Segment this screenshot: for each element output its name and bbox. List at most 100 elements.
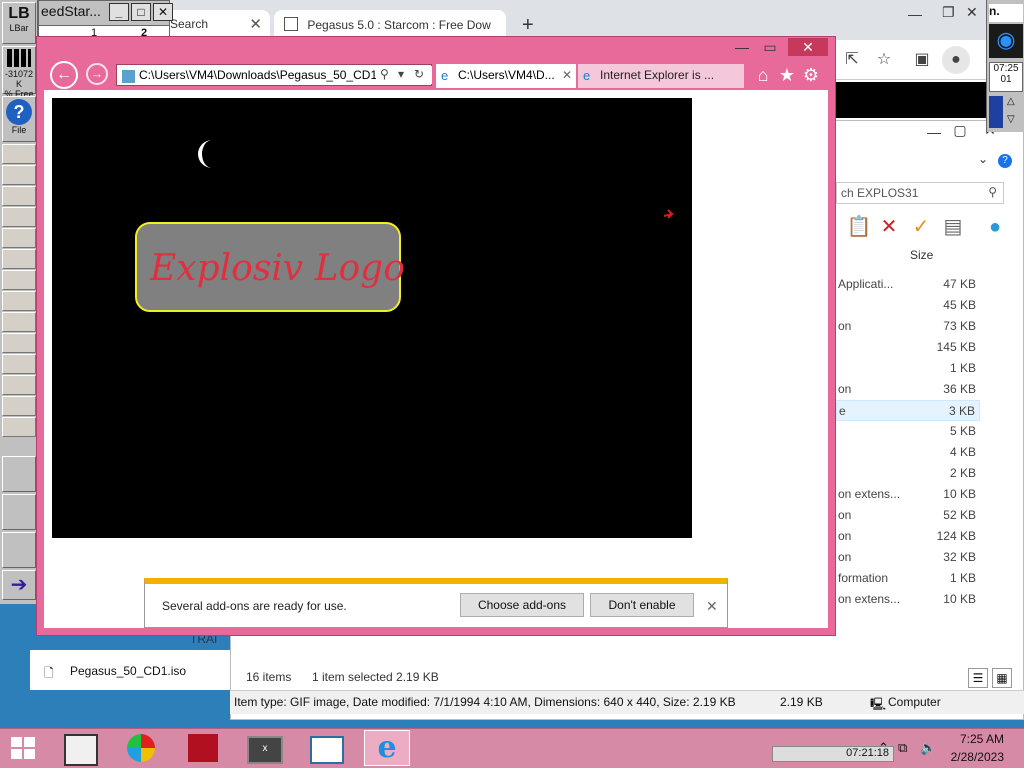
search-icon[interactable]: ⚲ <box>380 67 389 81</box>
favorites-star-icon[interactable]: ★ <box>776 64 798 86</box>
down-arrow-icon[interactable]: ▽ <box>1007 114 1015 125</box>
ie-tab-other[interactable]: e Internet Explorer is ... <box>578 64 716 88</box>
list-item[interactable]: on 73 KB <box>836 316 980 337</box>
chrome-close-button[interactable]: ✕ <box>966 4 978 21</box>
network-icon[interactable]: ⧉ <box>898 740 907 756</box>
choose-addons-button[interactable]: Choose add-ons <box>460 593 584 617</box>
back-button[interactable]: ← <box>50 61 78 89</box>
list-item[interactable]: 5 KB <box>836 421 980 442</box>
lbar-slot[interactable] <box>2 144 36 164</box>
help-icon[interactable]: ? <box>998 154 1012 168</box>
lbar-slot[interactable] <box>2 186 36 206</box>
share-icon[interactable]: ⇱ <box>838 46 866 74</box>
lbar-slot[interactable] <box>2 354 36 374</box>
volume-icon[interactable]: 🔈 <box>920 740 936 756</box>
lbar-file-cell[interactable]: ? File <box>2 96 36 142</box>
lbar-slot[interactable] <box>2 270 36 290</box>
refresh-icon[interactable]: ↻ <box>414 67 424 81</box>
file-size: 10 KB <box>943 592 976 606</box>
lbar-slot[interactable] <box>2 396 36 416</box>
speedstar-minimize-button[interactable]: _ <box>109 3 129 21</box>
lbar-large-slot[interactable] <box>2 532 36 568</box>
taskbar-app-ie[interactable]: e <box>364 730 410 766</box>
chrome-restore-button[interactable]: ❐ <box>942 4 955 21</box>
checkmark-icon[interactable]: ✓ <box>908 214 934 240</box>
globe-icon[interactable]: ● <box>982 214 1008 240</box>
arrow-right-icon[interactable]: ➔ <box>2 570 36 600</box>
ie-close-button[interactable]: ✕ <box>788 38 828 56</box>
new-tab-button[interactable]: + <box>522 14 534 37</box>
details-view-icon[interactable]: ☰ <box>968 668 988 688</box>
properties-icon[interactable]: ▤ <box>940 214 966 240</box>
list-item[interactable]: on 52 KB <box>836 505 980 526</box>
dropdown-icon[interactable]: ▾ <box>398 67 404 81</box>
list-item[interactable]: on 124 KB <box>836 526 980 547</box>
profile-avatar-icon[interactable]: ● <box>942 46 970 74</box>
taskbar-date[interactable]: 2/28/2023 <box>944 750 1004 764</box>
forward-button[interactable]: → <box>86 63 108 85</box>
lbar-slot[interactable] <box>2 228 36 248</box>
desktop-file-name[interactable]: Pegasus_50_CD1.iso <box>70 664 186 678</box>
explorer-minimize-button[interactable]: — <box>920 124 948 140</box>
ie-minimize-button[interactable]: — <box>728 38 756 56</box>
list-item[interactable]: Applicati... 47 KB <box>836 274 980 295</box>
lbar-slot[interactable] <box>2 207 36 227</box>
taskbar-app-explorer[interactable] <box>304 730 350 766</box>
clipboard-icon[interactable]: 📋 <box>846 214 872 240</box>
sidepanel-icon[interactable]: ▣ <box>908 46 936 74</box>
lbar-slot[interactable] <box>2 333 36 353</box>
list-item[interactable]: on 32 KB <box>836 547 980 568</box>
lbar-large-slot[interactable] <box>2 494 36 530</box>
start-button[interactable] <box>8 734 38 762</box>
up-arrow-icon[interactable]: △ <box>1007 96 1015 107</box>
close-icon[interactable]: ✕ <box>562 68 572 82</box>
delete-icon[interactable]: ✕ <box>876 214 902 240</box>
taskbar-time[interactable]: 7:25 AM <box>944 732 1004 746</box>
lbar-slot[interactable] <box>2 249 36 269</box>
close-icon[interactable]: ✕ <box>249 15 262 33</box>
speedstar-close-button[interactable]: ✕ <box>153 3 173 21</box>
lbar-slot[interactable] <box>2 165 36 185</box>
list-item[interactable]: e 3 KB <box>836 400 980 421</box>
ie-tab-current[interactable]: e C:\Users\VM4\D... ✕ <box>436 64 576 88</box>
lbar-slot[interactable] <box>2 375 36 395</box>
bookmark-star-icon[interactable]: ☆ <box>870 46 898 74</box>
new-tab-button[interactable] <box>716 64 744 88</box>
large-icons-view-icon[interactable]: ▦ <box>992 668 1012 688</box>
list-item[interactable]: 4 KB <box>836 442 980 463</box>
lbar-large-slot[interactable] <box>2 456 36 492</box>
taskbar-app-terminal[interactable]: x <box>242 730 288 766</box>
list-item[interactable]: 45 KB <box>836 295 980 316</box>
clock-time: 07:25 <box>993 63 1019 74</box>
taskbar-app-paint[interactable] <box>118 730 164 766</box>
lbar-slot[interactable] <box>2 291 36 311</box>
lbar-slot[interactable] <box>2 312 36 332</box>
list-item[interactable]: on 36 KB <box>836 379 980 400</box>
windows-logo-icon <box>11 737 35 759</box>
taskbar-app-game[interactable] <box>180 730 226 766</box>
chrome-minimize-button[interactable]: — <box>908 6 922 22</box>
lbar-slot[interactable] <box>2 417 36 437</box>
eye-icon[interactable]: ◉ <box>989 24 1023 58</box>
list-item[interactable]: 2 KB <box>836 463 980 484</box>
clock-widget-label: n. <box>989 4 1023 22</box>
list-item[interactable]: 145 KB <box>836 337 980 358</box>
search-input[interactable]: ch EXPLOS31 ⚲ <box>836 182 1004 204</box>
chevron-up-icon[interactable]: ⌃ <box>878 740 889 756</box>
taskbar-app-notepad[interactable] <box>58 730 104 766</box>
notification-close-button[interactable]: ✕ <box>706 598 718 615</box>
chevron-down-icon[interactable]: ⌄ <box>978 152 988 166</box>
dont-enable-button[interactable]: Don't enable <box>590 593 694 617</box>
ie-maximize-button[interactable]: ▭ <box>756 38 784 56</box>
speedstar-maximize-button[interactable]: □ <box>131 3 151 21</box>
home-icon[interactable]: ⌂ <box>752 64 774 86</box>
list-item[interactable]: formation 1 KB <box>836 568 980 589</box>
list-item[interactable]: on extens... 10 KB <box>836 484 980 505</box>
lbar-logo-cell[interactable]: LB LBar <box>2 2 36 44</box>
explorer-restore-button[interactable]: ▢ <box>946 122 974 139</box>
computer-icon: 🖳 <box>870 697 887 711</box>
list-item[interactable]: on extens... 10 KB <box>836 589 980 610</box>
gear-icon[interactable]: ⚙ <box>800 64 822 86</box>
list-item[interactable]: 1 KB <box>836 358 980 379</box>
size-column-header[interactable]: Size <box>910 248 933 262</box>
